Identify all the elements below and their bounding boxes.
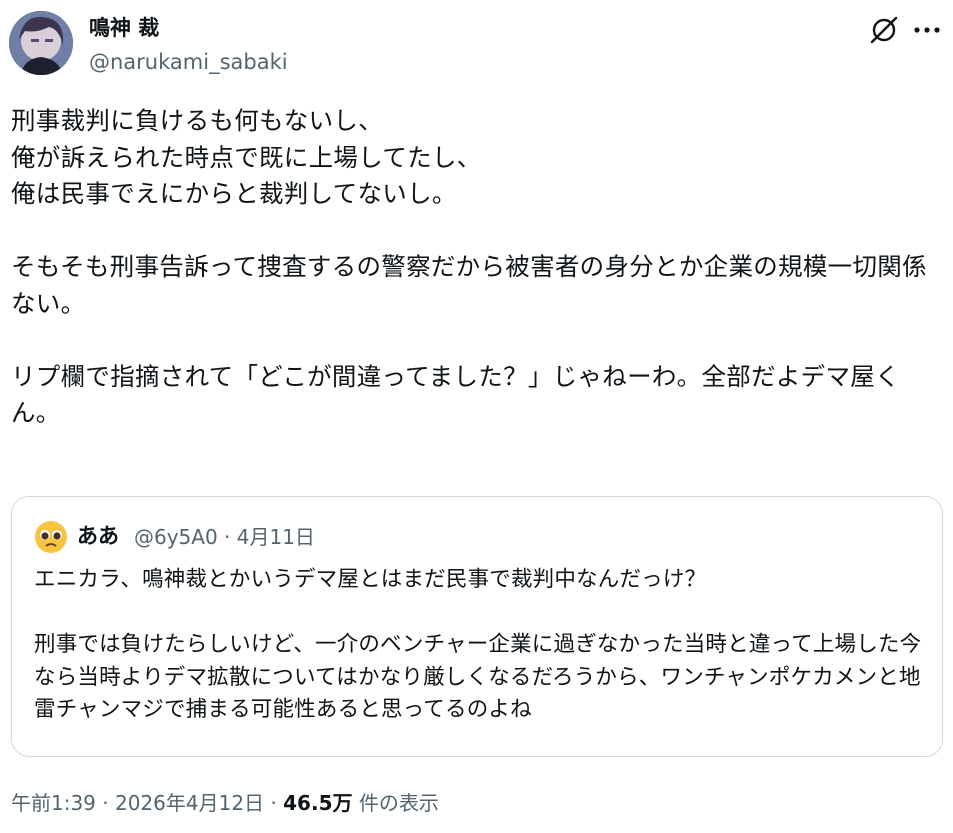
- display-name[interactable]: 鳴神 裁: [89, 14, 159, 42]
- quote-text: エニカラ、鳴神裁とかいうデマ屋とはまだ民事で裁判中なんだっけ？ 刑事では負けたら…: [34, 567, 922, 722]
- quote-handle-date: @6y5A0 · 4月11日: [134, 525, 315, 549]
- quote-author-name: ああ: [77, 524, 119, 548]
- tweet-timestamp[interactable]: 午前1:39 · 2026年4月12日 ·: [11, 791, 283, 815]
- tweet-header: 鳴神 裁 @narukami_sabaki: [0, 0, 953, 90]
- profile-avatar-icon: [9, 11, 73, 75]
- view-count: 46.5万: [283, 791, 353, 815]
- tweet-meta: 午前1:39 · 2026年4月12日 · 46.5万 件の表示: [11, 788, 439, 818]
- avatar[interactable]: [9, 11, 73, 75]
- quoted-tweet[interactable]: ああ @6y5A0 · 4月11日 エニカラ、鳴神裁とかいうデマ屋とはまだ民事で…: [11, 496, 943, 757]
- tweet-text: 刑事裁判に負けるも何もないし、 俺が訴えられた時点で既に上場してたし、 俺は民事…: [11, 106, 927, 427]
- pleading-face-emoji-icon: [35, 521, 67, 553]
- grok-icon[interactable]: [868, 14, 900, 46]
- more-icon[interactable]: [910, 14, 944, 46]
- user-handle[interactable]: @narukami_sabaki: [89, 48, 288, 76]
- view-label: 件の表示: [352, 791, 439, 815]
